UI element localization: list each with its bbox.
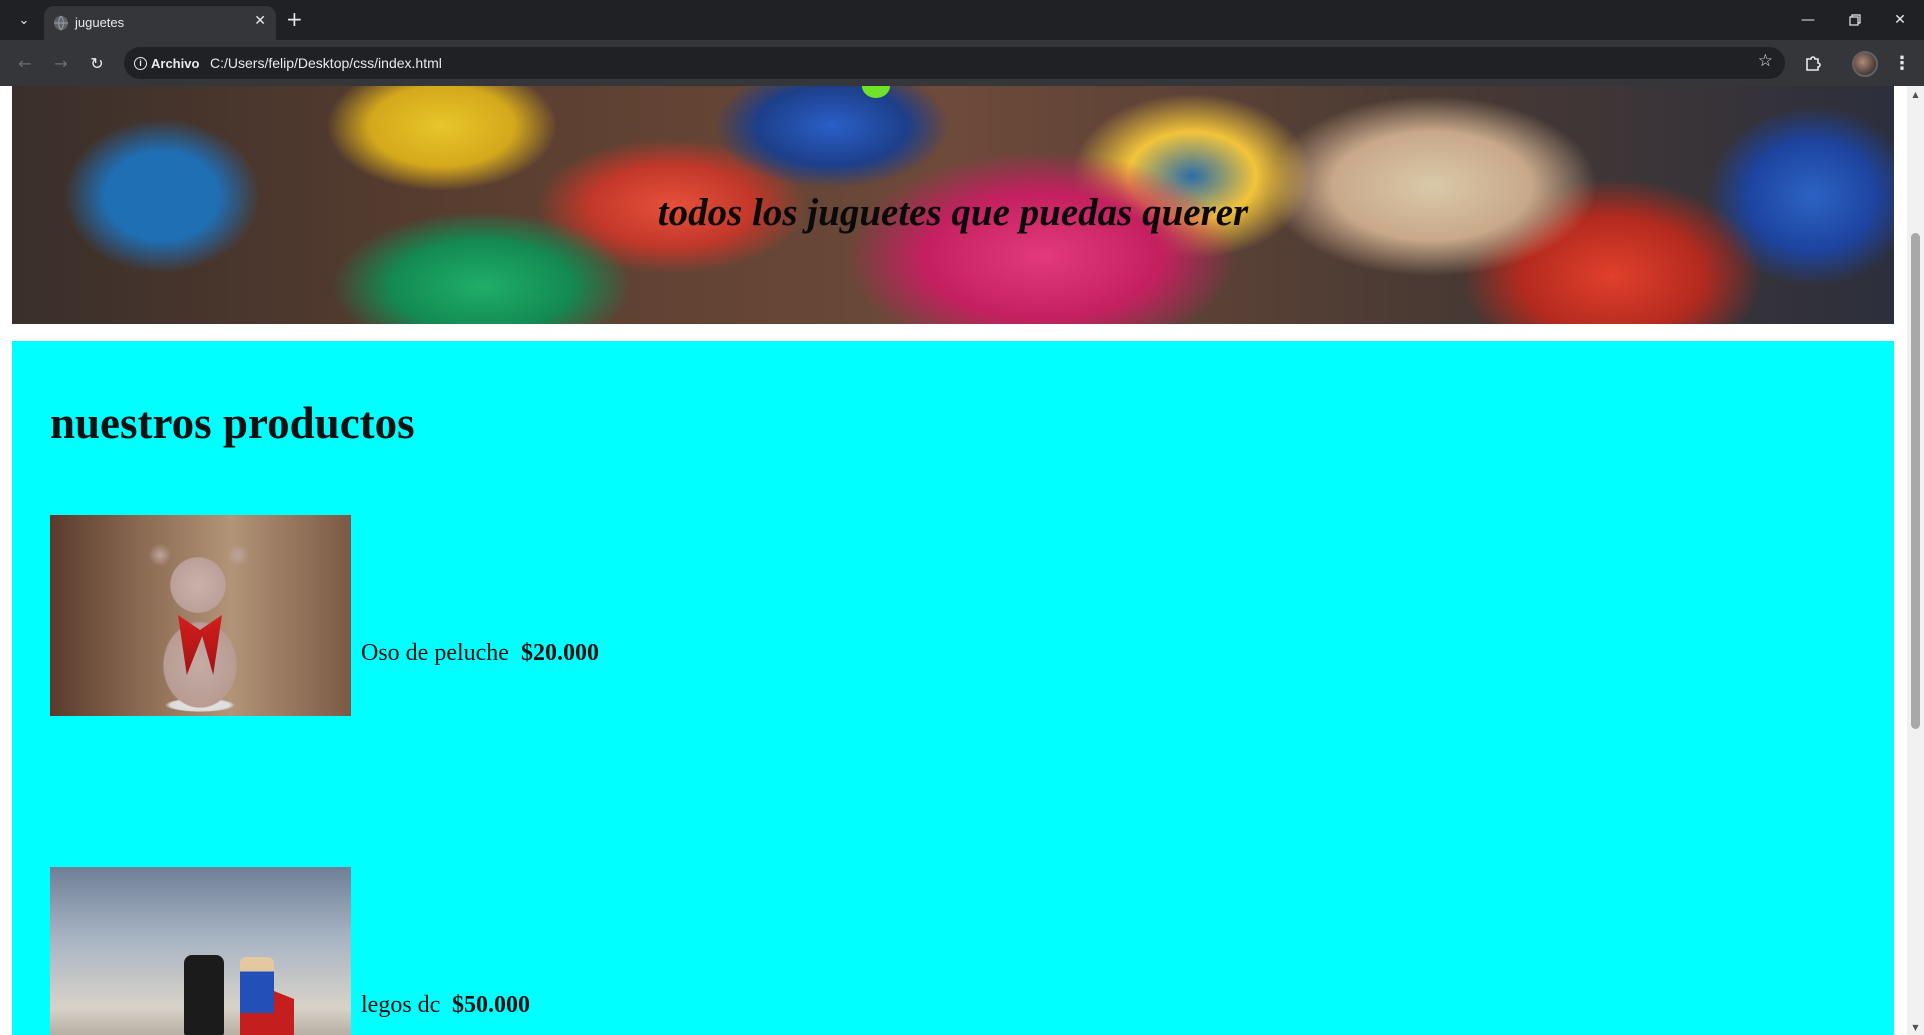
arrow-left-icon: ← (18, 53, 32, 73)
info-icon: i (134, 56, 147, 70)
product-price: $50.000 (452, 992, 530, 1018)
reload-icon: ↻ (90, 53, 104, 73)
product-price: $20.000 (521, 640, 599, 666)
url-text[interactable]: C:/Users/felip/Desktop/css/index.html (210, 55, 442, 71)
site-chip-label: Archivo (151, 55, 200, 71)
forward-button[interactable]: → (48, 50, 74, 76)
close-window-button[interactable]: ✕ (1880, 8, 1920, 32)
back-button[interactable]: ← (12, 50, 38, 76)
star-icon[interactable]: ☆ (1758, 51, 1773, 71)
banner-decoration (862, 86, 890, 98)
extensions-button[interactable] (1800, 50, 1826, 76)
arrow-right-icon: → (54, 53, 68, 73)
browser-toolbar: ← → ↻ i Archivo C:/Users/felip/Desktop/c… (0, 40, 1924, 86)
vertical-scrollbar[interactable]: ▲ ▼ (1907, 86, 1924, 1035)
site-info-chip[interactable]: i Archivo (134, 52, 199, 74)
hero-banner: todos los juguetes que puedas querer (12, 86, 1894, 324)
restore-button[interactable] (1835, 8, 1875, 32)
ribbon-decoration (178, 615, 222, 675)
tab-strip: ⌄ juguetes ✕ + — ✕ (0, 0, 1924, 40)
tab-title: juguetes (75, 15, 125, 30)
tab-search-button[interactable]: ⌄ (10, 8, 38, 32)
product-name: Oso de peluche (361, 640, 509, 666)
close-tab-button[interactable]: ✕ (254, 13, 266, 29)
product-name: legos dc (361, 992, 441, 1018)
lego-figure (240, 957, 274, 1035)
products-title: nuestros productos (50, 398, 415, 448)
lego-figure (184, 955, 224, 1035)
avatar[interactable] (1852, 51, 1878, 77)
restore-icon (1849, 14, 1861, 26)
banner-tagline: todos los juguetes que puedas querer (657, 191, 1249, 234)
browser-menu-button[interactable]: ⋮ (1890, 50, 1914, 76)
reload-button[interactable]: ↻ (84, 50, 110, 76)
tab-juguetes[interactable]: juguetes ✕ (44, 6, 276, 40)
scrollbar-thumb[interactable] (1911, 233, 1920, 729)
address-bar[interactable]: i Archivo C:/Users/felip/Desktop/css/ind… (124, 47, 1785, 79)
globe-icon (54, 15, 68, 31)
new-tab-button[interactable]: + (286, 8, 303, 30)
puzzle-icon (1806, 56, 1821, 71)
teddy-bear-image (50, 515, 351, 716)
minimize-button[interactable]: — (1788, 8, 1828, 32)
products-section: nuestros productos Oso de peluche $20.00… (12, 341, 1894, 1035)
scroll-down-arrow-icon[interactable]: ▼ (1907, 1019, 1924, 1035)
lego-image (50, 867, 351, 1035)
minimize-icon: — (1801, 12, 1815, 28)
scroll-up-arrow-icon[interactable]: ▲ (1907, 86, 1924, 102)
page-viewport: todos los juguetes que puedas querer nue… (0, 86, 1907, 1035)
chevron-down-icon: ⌄ (18, 12, 30, 28)
kebab-menu-icon: ⋮ (1893, 52, 1911, 74)
close-icon: ✕ (1894, 12, 1906, 28)
